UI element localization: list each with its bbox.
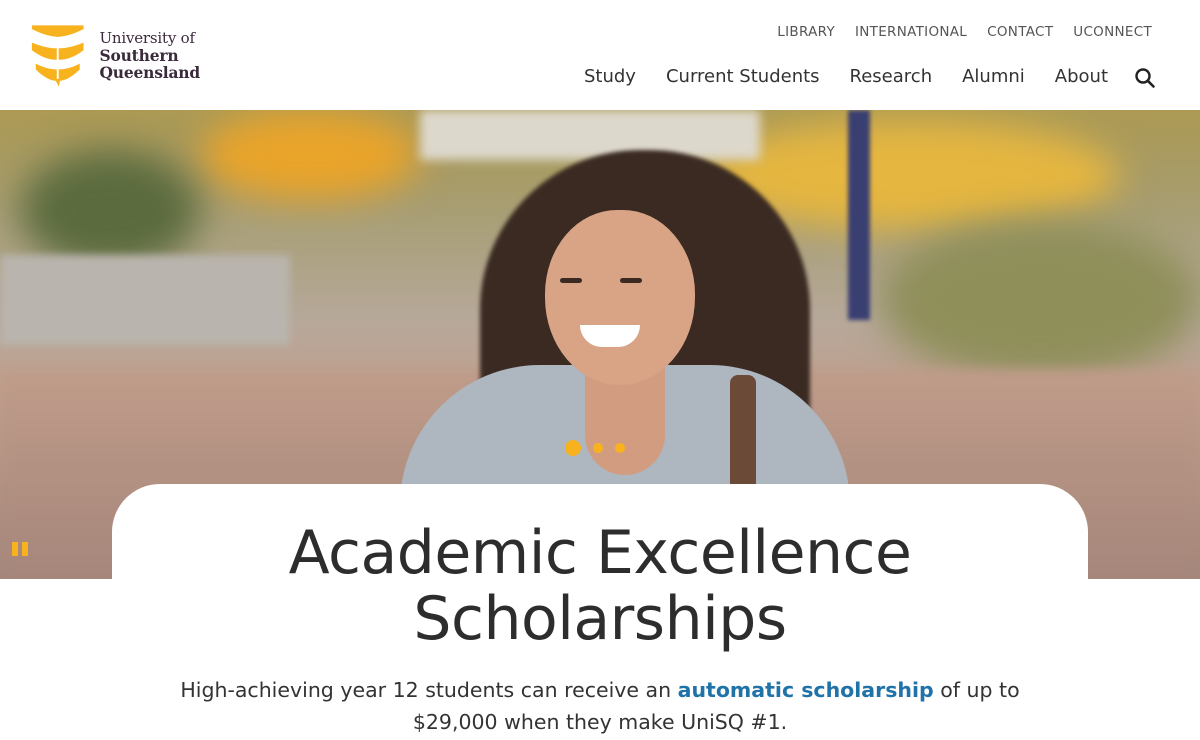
carousel-pause-button[interactable] <box>12 542 30 558</box>
automatic-scholarship-link[interactable]: automatic scholarship <box>678 678 934 702</box>
subtitle-text-before: High-achieving year 12 students can rece… <box>180 678 678 702</box>
carousel-dot-2[interactable] <box>593 443 603 453</box>
page-title-line-1: Academic Excellence <box>288 518 912 588</box>
hero-bg-building <box>420 110 760 160</box>
utility-link-uconnect[interactable]: UCONNECT <box>1073 24 1152 40</box>
page-subtitle: High-achieving year 12 students can rece… <box>172 674 1028 738</box>
logo-line-3: Queensland <box>99 62 200 82</box>
main-nav: Study Current Students Research Alumni A… <box>584 66 1108 87</box>
hero-bg-blur <box>200 110 420 200</box>
hero-person-eye <box>560 278 582 283</box>
hero-person-face <box>545 210 695 385</box>
hero-content-card: Academic Excellence Scholarships High-ac… <box>112 484 1088 740</box>
hero-bg-flag <box>848 110 870 320</box>
utility-link-international[interactable]: INTERNATIONAL <box>855 24 967 40</box>
carousel-dot-3[interactable] <box>615 443 625 453</box>
nav-current-students[interactable]: Current Students <box>666 66 820 87</box>
site-header: University of Southern Queensland LIBRAR… <box>0 0 1200 110</box>
carousel-dots <box>565 440 625 456</box>
nav-about[interactable]: About <box>1055 66 1108 87</box>
hero-person-eye <box>620 278 642 283</box>
pause-icon <box>12 542 18 556</box>
logo-wordmark: University of Southern Queensland <box>99 28 200 82</box>
nav-study[interactable]: Study <box>584 66 636 87</box>
nav-research[interactable]: Research <box>850 66 933 87</box>
logo-line-2: Southern <box>99 45 179 65</box>
hero-bg-wall <box>0 255 290 345</box>
logo-mark-icon <box>31 25 84 87</box>
utility-link-library[interactable]: LIBRARY <box>777 24 835 40</box>
pause-icon <box>22 542 28 556</box>
utility-nav: LIBRARY INTERNATIONAL CONTACT UCONNECT <box>777 24 1152 40</box>
university-logo[interactable]: University of Southern Queensland <box>30 22 200 88</box>
page-title-line-2: Scholarships <box>413 584 787 654</box>
carousel-dot-1[interactable] <box>565 440 581 456</box>
hero-bg-blur <box>20 150 200 270</box>
search-button[interactable] <box>1134 67 1156 89</box>
search-icon <box>1135 68 1155 88</box>
page-title: Academic Excellence Scholarships <box>112 520 1088 652</box>
utility-link-contact[interactable]: CONTACT <box>987 24 1053 40</box>
hero-bg-blur <box>880 220 1200 380</box>
nav-alumni[interactable]: Alumni <box>962 66 1025 87</box>
logo-line-1: University of <box>99 28 195 47</box>
